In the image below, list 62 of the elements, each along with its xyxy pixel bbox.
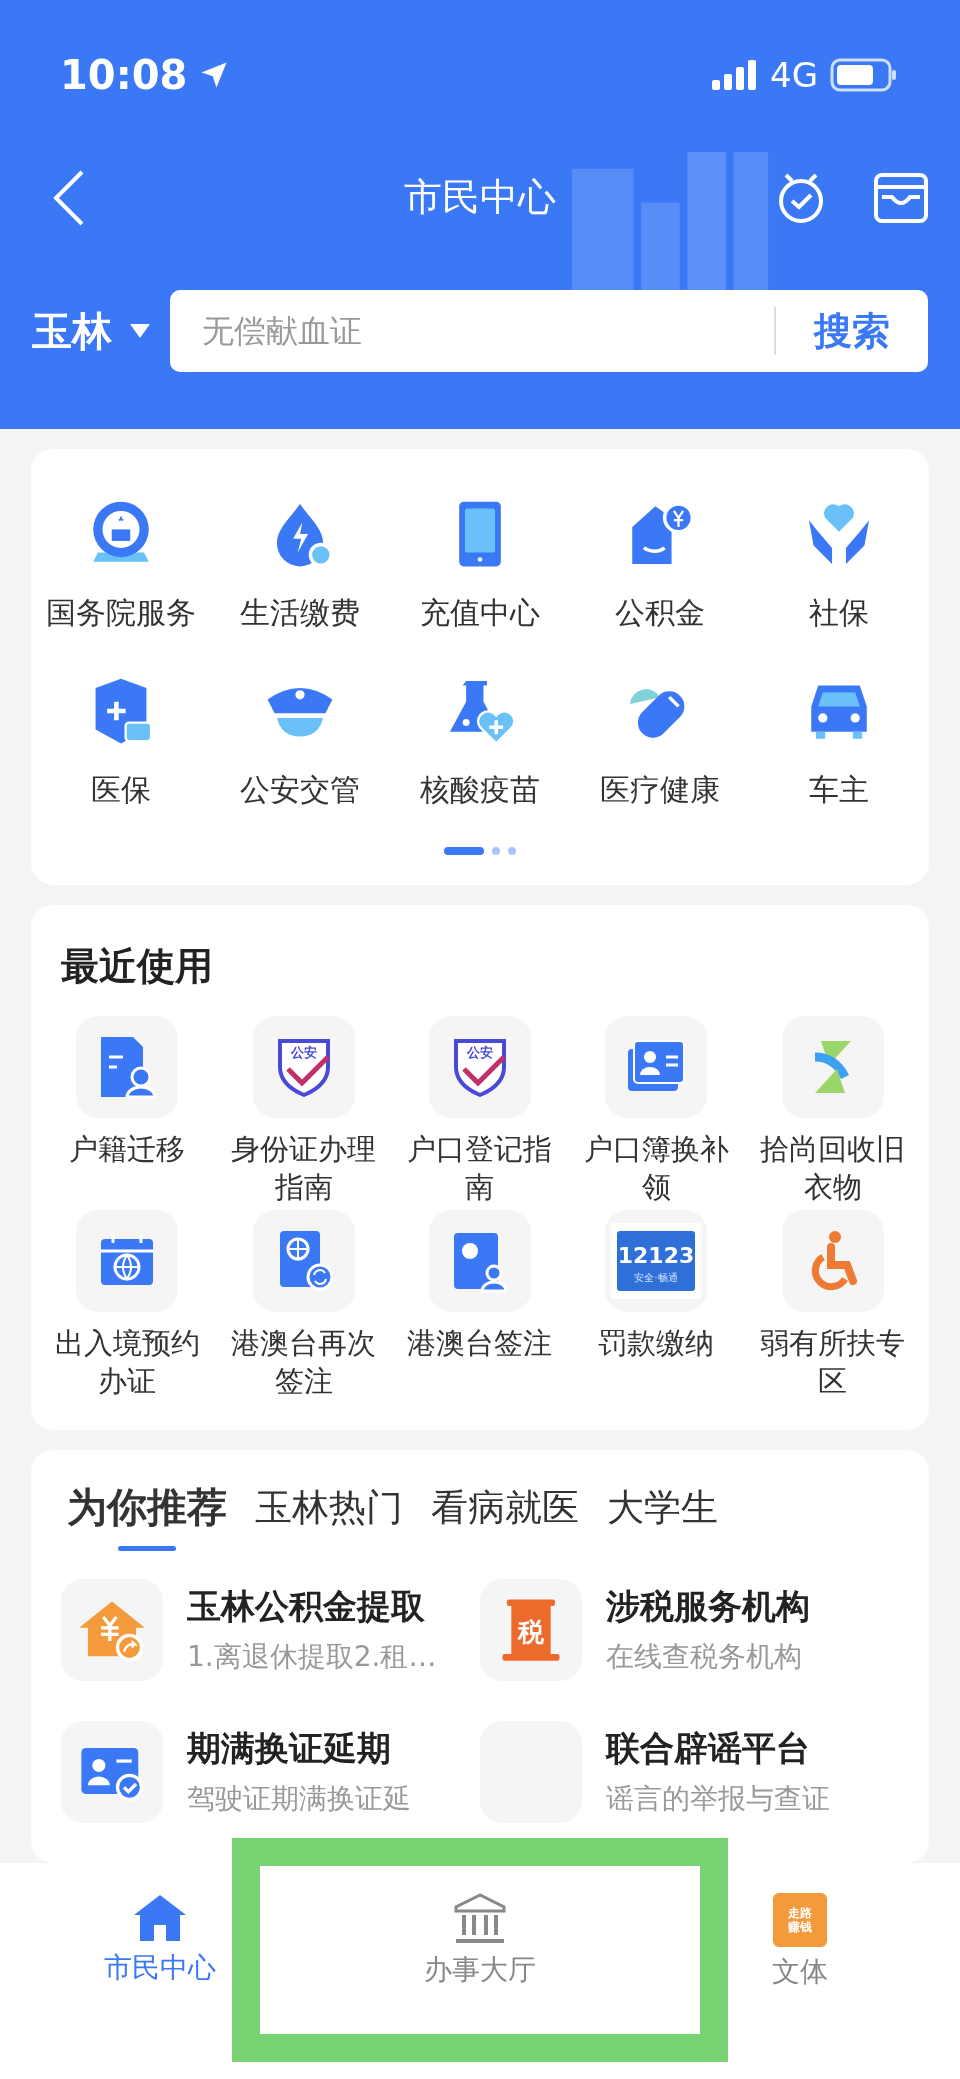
status-time: 10:08	[60, 52, 188, 98]
service-label[interactable]: 国务院服务	[45, 593, 196, 634]
category-tab[interactable]: 为你推荐	[67, 1480, 227, 1551]
category-tab[interactable]: 看病就医	[431, 1480, 579, 1551]
bottom-tab[interactable]: 办事大厅	[320, 1863, 640, 2079]
icon-tile[interactable]	[61, 1721, 163, 1823]
service-label[interactable]: 弱有所扶专区	[757, 1324, 908, 1400]
item-subtitle: 谣言的举报与查证	[606, 1781, 830, 1817]
bank-icon	[452, 1893, 508, 1945]
item-subtitle: 1.离退休提取2.租…	[187, 1639, 437, 1675]
icon-tile[interactable]	[252, 1210, 355, 1312]
icon-tile[interactable]: 公安	[252, 1016, 355, 1118]
service-label[interactable]: 充值中心	[420, 593, 540, 634]
city-selector[interactable]: 玉林	[32, 303, 112, 359]
wallet-icon[interactable]	[874, 172, 928, 223]
item-title[interactable]: 涉税服务机构	[606, 1584, 810, 1630]
service-label[interactable]: 公积金	[614, 593, 705, 634]
service-label[interactable]: 社保	[809, 593, 870, 634]
service-label[interactable]: 户口簿换补领	[581, 1130, 732, 1206]
search-field[interactable]: 无偿献血证 搜索	[170, 290, 928, 372]
service-label[interactable]: 户口登记指南	[405, 1130, 555, 1206]
section-title: 最近使用	[60, 943, 214, 990]
service-label[interactable]: 医疗健康	[599, 770, 720, 811]
home-icon	[132, 1893, 188, 1943]
category-tab[interactable]: 玉林热门	[255, 1480, 403, 1551]
service-label[interactable]: 户籍迁移	[52, 1130, 203, 1206]
bottom-tab[interactable]: 走路 赚钱 文体	[640, 1863, 960, 2079]
service-label[interactable]: 车主	[809, 770, 870, 811]
walk-badge-icon: 走路 赚钱	[773, 1893, 827, 1947]
bottom-tab[interactable]: 市民中心	[0, 1863, 320, 2079]
icon-tile[interactable]	[781, 1016, 884, 1118]
service-label[interactable]: 医保	[90, 770, 151, 811]
icon-tile[interactable]: 公安	[429, 1016, 531, 1118]
service-label[interactable]: 公安交管	[240, 770, 361, 811]
signal-icon	[712, 60, 758, 90]
service-label[interactable]: 核酸疫苗	[420, 770, 540, 811]
page-title: 市民中心	[404, 174, 556, 221]
plate-icon: 12123 安全·畅通	[611, 1223, 702, 1299]
item-title[interactable]: 联合辟谣平台	[606, 1726, 830, 1772]
service-label[interactable]: 身份证办理指南	[228, 1130, 379, 1206]
item-subtitle: 驾驶证期满换证延	[187, 1781, 411, 1817]
service-label[interactable]: 罚款缴纳	[581, 1324, 732, 1400]
network-label: 4G	[770, 55, 818, 95]
icon-tile[interactable]	[605, 1016, 708, 1118]
battery-icon	[830, 58, 896, 92]
icon-tile[interactable]	[429, 1210, 531, 1312]
icon-tile[interactable]	[61, 1579, 163, 1681]
service-label[interactable]: 出入境预约办证	[52, 1324, 203, 1400]
icon-tile[interactable]	[781, 1210, 884, 1312]
search-button[interactable]: 搜索	[806, 305, 898, 357]
icon-tile[interactable]: 12123 安全·畅通	[605, 1210, 708, 1312]
dropdown-caret-icon	[130, 324, 150, 338]
item-subtitle: 在线查税务机构	[606, 1639, 803, 1675]
item-title[interactable]: 期满换证延期	[187, 1726, 411, 1772]
icon-tile[interactable]	[76, 1016, 179, 1118]
service-label[interactable]: 拾尚回收旧衣物	[757, 1130, 908, 1206]
service-label[interactable]: 港澳台再次签注	[228, 1324, 379, 1400]
icon-tile[interactable]	[76, 1210, 179, 1312]
service-label[interactable]: 生活缴费	[240, 593, 361, 634]
service-label[interactable]: 港澳台签注	[405, 1324, 555, 1400]
item-title[interactable]: 玉林公积金提取	[187, 1584, 437, 1630]
category-tab[interactable]: 大学生	[607, 1480, 718, 1551]
